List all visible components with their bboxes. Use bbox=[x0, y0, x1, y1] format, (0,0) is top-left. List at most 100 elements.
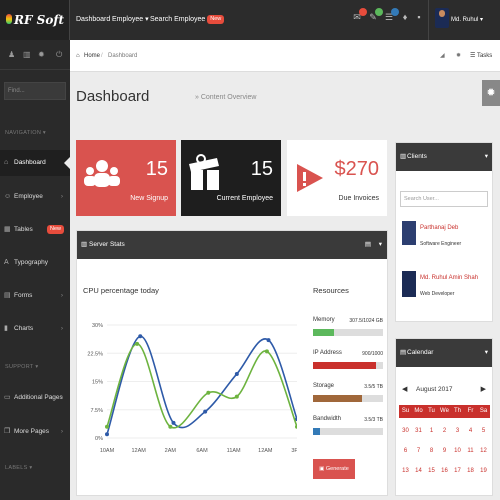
stat-label: Current Employee bbox=[216, 195, 273, 202]
chat-icon[interactable]: ✎ bbox=[368, 8, 383, 24]
calendar-day[interactable]: 31 bbox=[412, 425, 425, 438]
stat-card-current-employee[interactable]: 15 Current Employee bbox=[181, 140, 281, 216]
calendar-day[interactable]: 13 bbox=[399, 465, 412, 478]
brand-logo[interactable]: RF Soft bbox=[0, 0, 70, 40]
mail-icon[interactable]: ✉ bbox=[352, 8, 367, 24]
calendar-icon[interactable]: ▤ bbox=[365, 231, 371, 259]
calendar-day[interactable]: 30 bbox=[399, 425, 412, 438]
calendar-day[interactable]: 1 bbox=[425, 425, 438, 438]
resources-title: Resources bbox=[313, 286, 349, 295]
chart-icon: ▮ bbox=[4, 325, 8, 332]
prev-month-button[interactable]: ◀ bbox=[402, 385, 407, 393]
client-search-placeholder: Search User... bbox=[404, 196, 439, 202]
tasks-icon[interactable]: ☰ bbox=[384, 8, 399, 24]
stat-card-new-signup[interactable]: 15 New Signup bbox=[76, 140, 176, 216]
calendar-day[interactable]: 3 bbox=[451, 425, 464, 438]
calendar-day[interactable]: 4 bbox=[464, 425, 477, 438]
tasks-link[interactable]: ☰ Tasks bbox=[470, 40, 492, 72]
data-point bbox=[138, 334, 143, 339]
settings-icon[interactable]: ✹ bbox=[38, 50, 45, 59]
power-icon[interactable]: ⏻ bbox=[56, 50, 62, 60]
chevron-down-icon[interactable]: ▾ bbox=[485, 339, 488, 367]
sidebar-item-employee[interactable]: ☺ Employee › bbox=[0, 184, 70, 210]
calendar-day[interactable]: 6 bbox=[399, 445, 412, 458]
sidebar-item-tables[interactable]: ▦ Tables New bbox=[0, 217, 70, 243]
sidebar-item-additional-pages[interactable]: ▭ Additional Pages › bbox=[0, 385, 70, 411]
home-icon: ⌂ bbox=[4, 159, 9, 166]
next-month-button[interactable]: ▶ bbox=[481, 385, 486, 393]
sidebar-search-input[interactable]: Find... bbox=[4, 82, 66, 100]
calendar-day[interactable]: 2 bbox=[438, 425, 451, 438]
resource-progress-bar bbox=[313, 362, 383, 369]
resource-value: 900/1000 bbox=[362, 351, 383, 357]
sidebar-item-more-pages[interactable]: ❐ More Pages › bbox=[0, 419, 70, 445]
nav-employee-dropdown[interactable]: Employee ▾ bbox=[112, 0, 149, 40]
sidebar-item-dashboard[interactable]: ⌂ Dashboard bbox=[0, 150, 71, 176]
calendar-day[interactable]: 8 bbox=[425, 445, 438, 458]
settings-button[interactable]: ✹ bbox=[482, 80, 500, 106]
calendar-day[interactable]: 9 bbox=[438, 445, 451, 458]
sidebar-item-typography[interactable]: A Typography bbox=[0, 250, 70, 276]
x-tick-label: 10AM bbox=[100, 448, 115, 454]
client-name[interactable]: Parthanaj Deb bbox=[420, 225, 458, 231]
calendar-day-header: Tu bbox=[425, 405, 438, 418]
calendar-day[interactable]: 10 bbox=[451, 445, 464, 458]
calendar-month: August 2017 bbox=[416, 386, 453, 393]
warning-icon bbox=[297, 164, 323, 192]
sidebar-shortcuts: ♟ ▥ ✹ ⏻ bbox=[0, 40, 70, 70]
sidebar-item-label: Charts bbox=[14, 325, 34, 332]
clients-panel: ▥ Clients ▾ Search User... Parthanaj Deb… bbox=[395, 142, 493, 322]
calendar-day[interactable]: 11 bbox=[464, 445, 477, 458]
grid-icon[interactable]: ▥ bbox=[23, 50, 31, 59]
x-tick-label: 11AM bbox=[227, 448, 241, 454]
calendar-day[interactable]: 16 bbox=[438, 465, 451, 478]
sidebar-item-charts[interactable]: ▮ Charts › bbox=[0, 316, 70, 342]
calendar-day[interactable]: 15 bbox=[425, 465, 438, 478]
chevron-right-icon: › bbox=[60, 193, 63, 200]
stats-icon[interactable]: ◢ bbox=[440, 40, 445, 72]
labels-heading: LABELS ▾ bbox=[5, 465, 33, 471]
y-tick-label: 22.5% bbox=[87, 351, 103, 357]
client-role: Software Engineer bbox=[420, 241, 462, 247]
calendar-day[interactable]: 18 bbox=[464, 465, 477, 478]
sidebar-item-forms[interactable]: ▤ Forms › bbox=[0, 283, 70, 309]
page-subtitle: » Content Overview bbox=[195, 94, 257, 101]
calendar-day[interactable]: 17 bbox=[451, 465, 464, 478]
progress-fill bbox=[313, 362, 376, 369]
calendar-day[interactable]: 19 bbox=[477, 465, 490, 478]
avatar bbox=[402, 221, 416, 245]
settings-icon[interactable]: ▪ bbox=[414, 12, 424, 24]
breadcrumb-current: Dashboard bbox=[108, 53, 138, 59]
nav-dashboard[interactable]: Dashboard bbox=[76, 0, 110, 40]
stat-card-due-invoices[interactable]: $270 Due Invoices bbox=[287, 140, 387, 216]
calendar-day[interactable]: 7 bbox=[412, 445, 425, 458]
calendar-day[interactable]: 5 bbox=[477, 425, 490, 438]
x-tick-label: 2AM bbox=[165, 448, 177, 454]
x-tick-label: 12AM bbox=[131, 448, 146, 454]
data-point bbox=[295, 424, 297, 429]
client-search-input[interactable]: Search User... bbox=[400, 191, 488, 207]
breadcrumb-home[interactable]: Home bbox=[84, 40, 100, 72]
x-tick-label: 6AM bbox=[196, 448, 208, 454]
calendar-day[interactable]: 14 bbox=[412, 465, 425, 478]
client-name[interactable]: Md. Ruhul Amin Shah bbox=[420, 275, 478, 281]
avatar bbox=[435, 8, 449, 28]
generate-pdf-button[interactable]: ▣ Generate PDF bbox=[313, 459, 355, 492]
bell-icon[interactable]: ♦ bbox=[400, 12, 410, 24]
chart-title: CPU percentage today bbox=[83, 286, 159, 295]
data-point bbox=[105, 424, 109, 429]
gear-icon[interactable]: ✹ bbox=[456, 40, 461, 72]
calendar-day-header: Fr bbox=[464, 405, 477, 418]
breadcrumb-separator: / bbox=[101, 53, 103, 59]
resource-value: 307.5/1024 GB bbox=[349, 318, 383, 324]
chevron-down-icon[interactable]: ▾ bbox=[379, 231, 382, 259]
chevron-down-icon[interactable]: ▾ bbox=[485, 143, 488, 171]
resource-progress-bar bbox=[313, 329, 383, 336]
nav-search-employee[interactable]: Search Employee New bbox=[150, 0, 225, 40]
resource-label: Bandwidth bbox=[313, 416, 342, 422]
user-menu[interactable]: Md. Ruhul ▾ bbox=[428, 0, 500, 40]
pdf-icon: ▣ bbox=[319, 466, 326, 472]
calendar-day[interactable]: 12 bbox=[477, 445, 490, 458]
user-icon[interactable]: ♟ bbox=[8, 50, 15, 59]
data-point bbox=[171, 420, 176, 425]
